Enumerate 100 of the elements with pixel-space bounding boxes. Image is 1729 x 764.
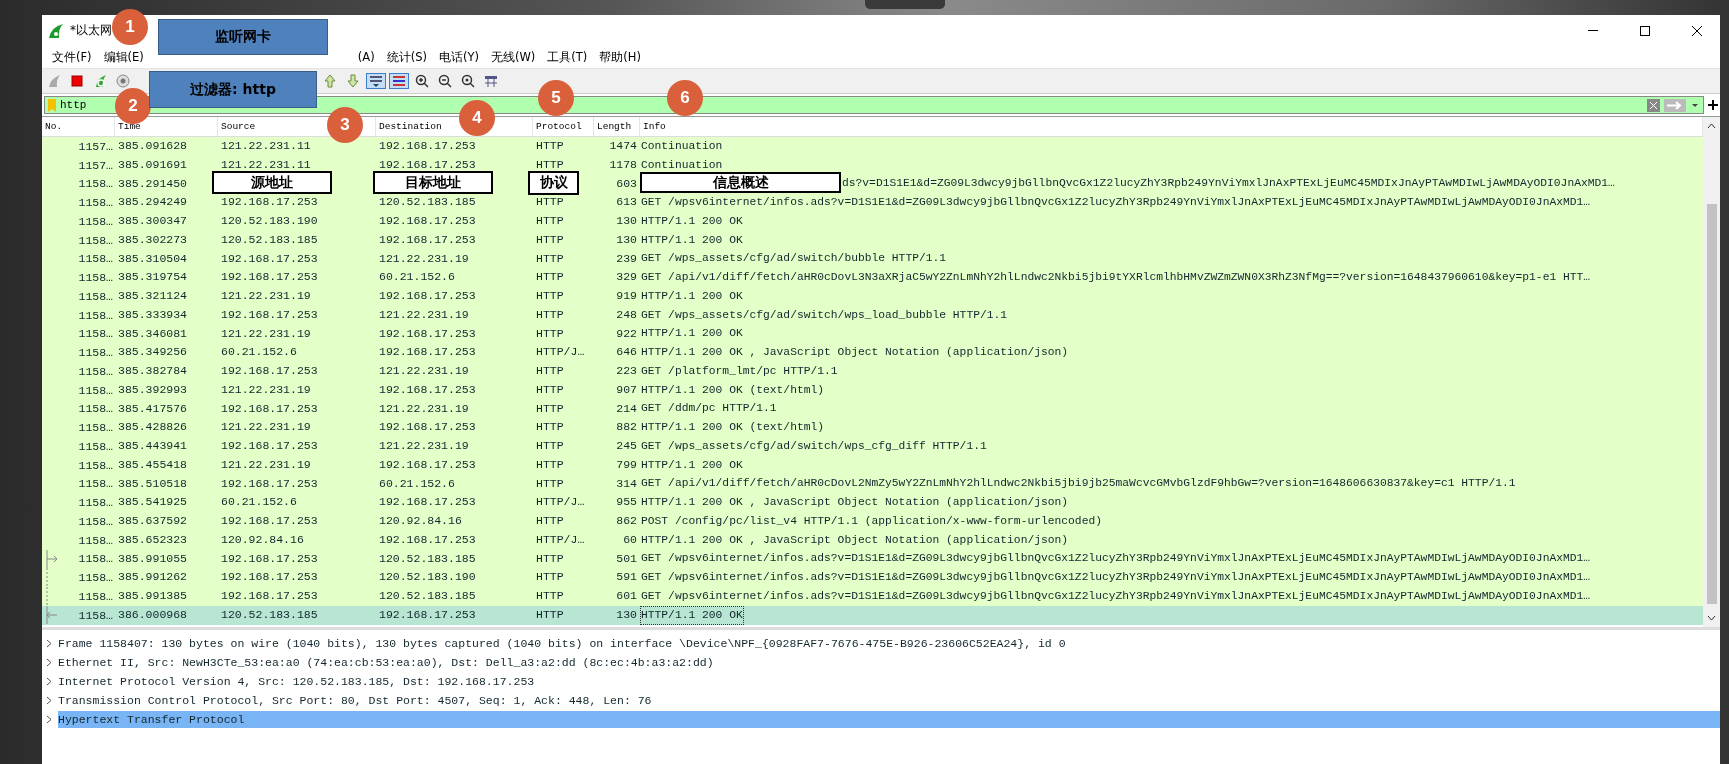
menu-item[interactable]: 电话(Y)	[432, 49, 485, 65]
expand-caret-icon[interactable]	[46, 696, 53, 705]
table-cell-text: GET /wpsv6internet/infos.ads?v=D1S1E1&d=ZG09L3dwcy9jbGllbnQvcGx1Z2lucyZhY3Rpb249YnViYmxlJnAxPTExLjEuMC45MDIxJnAyPTAwMDIwLjAwMDAyODI0JnAxMD1…	[641, 551, 1591, 567]
packet-row[interactable]: 1158… 385.382784 192.168.17.253 121.22.231.19 HTTP 223 GET /platform_lmt/pc HTTP/1.1	[42, 362, 1703, 381]
table-cell: 192.168.17.253	[221, 307, 318, 321]
packet-row[interactable]: 1158… 385.991262 192.168.17.253 120.52.183.190 HTTP 591 GET /wpsv6internet/infos.ads?v=D1S1E1&d=ZG09L3dwcy9jbGllbnQvcGx1Z2lucyZhY3Rpb249YnViYmxlJnAxPTExLjEuMC45MDIxJnAyPTAwMDIwLjAwMDAyODI0JnAxMD1…	[42, 568, 1703, 587]
menu-item[interactable]: (A)	[351, 50, 381, 64]
table-cell: 120.52.183.185	[379, 195, 476, 209]
table-cell: 1158…	[78, 196, 113, 210]
detail-row[interactable]: Internet Protocol Version 4, Src: 120.52.183.185, Dst: 192.168.17.253	[42, 672, 1720, 691]
packet-row[interactable]: 1158… 385.991385 192.168.17.253 120.52.183.185 HTTP 601 GET /wpsv6internet/infos.ads?v=D1S1E1&d=ZG09L3dwcy9jbGllbnQvcGx1Z2lucyZhY3Rpb249YnViYmxlJnAxPTExLjEuMC45MDIxJnAyPTAwMDIwLjAwMDAyODI0JnAxMD1…	[42, 587, 1703, 606]
shark-fin-icon	[48, 22, 64, 39]
table-cell: 385.392993	[118, 382, 187, 396]
column-annotation: 信息概述	[640, 172, 841, 193]
clear-icon[interactable]	[1647, 98, 1660, 112]
table-cell: 385.302273	[118, 232, 187, 246]
menu-item[interactable]: 帮助(H)	[593, 49, 647, 65]
table-cell: 591	[616, 570, 637, 584]
table-cell: 192.168.17.253	[221, 195, 318, 209]
add-icon[interactable]	[1708, 100, 1718, 110]
packet-row[interactable]: 1158… 385.541925 60.21.152.6 192.168.17.253 HTTP/J… 955 HTTP/1.1 200 OK , JavaScript Object Notation (application/json)	[42, 493, 1703, 512]
table-cell: 385.310504	[118, 251, 187, 265]
packet-row[interactable]: 1158… 385.349256 60.21.152.6 192.168.17.253 HTTP/J… 646 HTTP/1.1 200 OK , JavaScript Object Notation (application/json)	[42, 343, 1703, 362]
toolbar-button[interactable]	[366, 73, 386, 89]
menu-item[interactable]: 文件(F)	[46, 49, 98, 65]
expand-caret-icon[interactable]	[46, 677, 53, 686]
up-arrow-icon	[324, 74, 336, 88]
packet-row[interactable]: 1158… 385.300347 120.52.183.190 192.168.17.253 HTTP 130 HTTP/1.1 200 OK	[42, 212, 1703, 231]
zoom-out-icon	[438, 74, 452, 88]
table-cell: 245	[616, 439, 637, 452]
table-cell: 192.168.17.253	[221, 476, 318, 490]
packet-row[interactable]: 1158… 385.443941 192.168.17.253 121.22.231.19 HTTP 245 GET /wps_assets/cfg/ad/switch/wps_cfg_diff HTTP/1.1	[42, 437, 1703, 456]
detail-row[interactable]: Ethernet II, Src: NewH3CTe_53:ea:a0 (74:ea:cb:53:ea:a0), Dst: Dell_a3:a2:dd (8c:ec:4b:a3:a2:dd)	[42, 653, 1720, 672]
menu-item[interactable]: 统计(S)	[380, 49, 433, 65]
table-cell: 192.168.17.253	[379, 345, 476, 359]
table-cell: 385.333934	[118, 307, 187, 321]
table-cell: 1158…	[78, 177, 113, 191]
table-cell: 1158…	[78, 383, 113, 397]
table-cell: 192.168.17.253	[379, 420, 476, 434]
table-cell: 1158…	[78, 533, 113, 547]
table-cell: 60.21.152.6	[379, 270, 455, 284]
column-header[interactable]: Length	[594, 117, 640, 136]
minimize-icon	[1588, 29, 1598, 32]
table-cell: HTTP	[536, 214, 564, 227]
table-cell: HTTP/J…	[536, 495, 585, 509]
table-cell: 1178	[609, 157, 637, 171]
scroll-thumb[interactable]	[1706, 204, 1717, 604]
scrollbar[interactable]	[1703, 117, 1720, 627]
packet-row[interactable]: 1158… 385.319754 192.168.17.253 60.21.152.6 HTTP 329 GET /api/v1/diff/fetch/aHR0cDovL3N3aXRjaC5wY2ZnLmNhY2hlLndwc2Nkbi5jbi9tYXRlcmlhbHMvZWZmZWN0X3RhZ3NfMg==?version=1648437960610&key=p1-e1 HTT…	[42, 268, 1703, 287]
table-cell: HTTP/J…	[536, 345, 585, 359]
table-cell: 1158…	[78, 402, 113, 416]
table-cell: 501	[616, 551, 637, 565]
table-cell: 192.168.17.253	[221, 364, 318, 377]
packet-row[interactable]: 1158… 385.321124 121.22.231.19 192.168.17.253 HTTP 919 HTTP/1.1 200 OK	[42, 287, 1703, 306]
table-cell: 60.21.152.6	[221, 345, 297, 359]
packet-row[interactable]: 1157… 385.091628 121.22.231.11 192.168.17.253 HTTP 1474 Continuation	[42, 137, 1703, 156]
toolbar-button[interactable]	[389, 73, 409, 89]
packet-row[interactable]: 1158… 385.428826 121.22.231.19 192.168.17.253 HTTP 882 HTTP/1.1 200 OK (text/html)	[42, 418, 1703, 437]
table-cell: 192.168.17.253	[379, 382, 476, 396]
table-cell: 1158…	[78, 233, 113, 247]
table-cell: HTTP	[536, 195, 564, 209]
column-header[interactable]: No.	[42, 117, 115, 136]
packet-row[interactable]: 1158… 385.294249 192.168.17.253 120.52.183.185 HTTP 613 GET /wpsv6internet/infos.ads?v=D1S1E1&d=ZG09L3dwcy9jbGllbnQvcGx1Z2lucyZhY3Rpb249YnViYmxlJnAxPTExLjEuMC45MDIxJnAyPTAwMDIwLjAwMDAyODI0JnAxMD1…	[42, 193, 1703, 212]
table-cell: 314	[616, 476, 637, 490]
table-cell: 120.52.183.185	[379, 589, 476, 602]
column-annotation: 源地址	[212, 171, 332, 194]
detail-row[interactable]: Transmission Control Protocol, Src Port: 80, Dst Port: 4507, Seq: 1, Ack: 448, Len: 76	[42, 691, 1720, 710]
table-cell: 385.382784	[118, 364, 187, 377]
table-cell: 646	[616, 345, 637, 359]
scroll-down-icon[interactable]	[1707, 615, 1716, 621]
menu-item[interactable]: 无线(W)	[484, 49, 542, 65]
window-title: *以太网	[70, 22, 112, 39]
table-cell-text: HTTP/1.1 200 OK	[641, 288, 743, 304]
packet-row[interactable]: 1158… 385.637592 192.168.17.253 120.92.84.16 HTTP 862 POST /config/pc/list_v4 HTTP/1.1 (application/x-www-form-urlencoded)	[42, 512, 1703, 531]
table-cell-text: POST /config/pc/list_v4 HTTP/1.1 (application/x-www-form-urlencoded)	[641, 513, 1102, 529]
table-cell-text: GET /wps_assets/cfg/ad/switch/wps_cfg_diff HTTP/1.1	[641, 438, 987, 454]
callout-box: 过滤器: http	[149, 71, 317, 108]
autoscroll-icon	[369, 74, 383, 88]
table-cell: 385.346081	[118, 326, 187, 340]
table-cell: 60.21.152.6	[221, 495, 297, 509]
detail-text: Internet Protocol Version 4, Src: 120.52.183.185, Dst: 192.168.17.253	[58, 674, 536, 690]
table-cell: 385.510518	[118, 476, 187, 490]
table-cell: 120.52.183.190	[379, 570, 476, 584]
resize-columns-icon	[484, 74, 498, 88]
expand-caret-icon[interactable]	[46, 658, 53, 667]
expand-caret-icon[interactable]	[46, 715, 53, 724]
menu-item[interactable]: 工具(T)	[541, 49, 594, 65]
table-cell: 192.168.17.253	[221, 251, 318, 265]
table-cell: 919	[616, 289, 637, 302]
detail-row[interactable]: Frame 1158407: 130 bytes on wire (1040 bits), 130 bytes captured (1040 bits) on interface \Device\NPF_{0928FAF7-7676-475E-B926-23606C52EA24}, id 0	[42, 634, 1720, 653]
menu-item[interactable]: 编辑(E)	[97, 49, 150, 65]
scroll-up-icon[interactable]	[1707, 123, 1716, 129]
table-cell: 120.52.183.185	[221, 607, 318, 621]
column-header[interactable]: Protocol	[533, 117, 594, 136]
table-cell: HTTP	[536, 326, 564, 340]
table-cell: 192.168.17.253	[221, 570, 318, 584]
table-cell: 121.22.231.19	[221, 382, 311, 396]
table-cell: 192.168.17.253	[221, 401, 318, 415]
expand-caret-icon[interactable]	[46, 639, 53, 648]
table-cell: 192.168.17.253	[221, 270, 318, 284]
